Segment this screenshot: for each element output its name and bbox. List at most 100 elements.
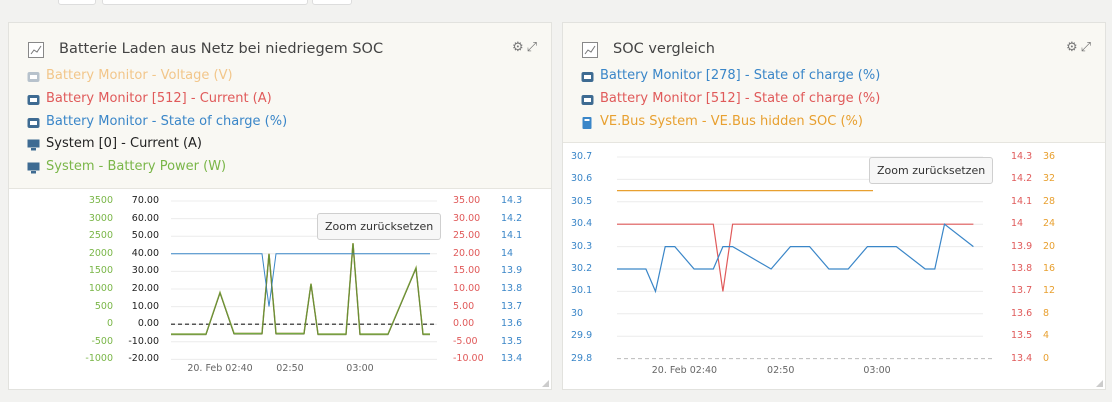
y-tick-right: 36 [1043, 151, 1056, 162]
y-tick-voltage: 13.5 [501, 335, 523, 347]
chart-plot[interactable]: Zoom zurücksetzen 3500 3000 2500 2000 1500 10… [9, 189, 551, 389]
series-soc-278-line [617, 223, 974, 294]
expand-icon[interactable]: ⤢ [1081, 40, 1091, 55]
y-tick-current-2: 35.00 [453, 195, 481, 206]
toolbar-button[interactable] [58, 0, 96, 5]
y-tick-right: 16 [1043, 263, 1056, 274]
y-tick-soc: 30.2 [571, 263, 593, 274]
y-tick-current-2: 15.00 [453, 265, 481, 277]
zoom-reset-button[interactable]: Zoom zurücksetzen [869, 157, 994, 184]
y-tick-power: 1500 [88, 265, 113, 277]
battery-monitor-icon [581, 72, 594, 82]
chart-plot[interactable]: Zoom zurücksetzen 30.7 30.6 30.5 30.4 30.3 30… [563, 143, 1105, 389]
y-tick-current: 60.00 [131, 212, 159, 224]
y-tick-soc: 29.9 [571, 330, 593, 342]
y-tick-current-2: 0.00 [453, 318, 475, 330]
y-tick-voltage: 14 [501, 247, 514, 259]
widget-header: SOC vergleich ⚙ ⤢ Battery Monitor [278] -… [563, 23, 1105, 143]
y-tick-voltage: 14.3 [501, 195, 523, 206]
toolbar-field[interactable] [102, 0, 308, 5]
y-tick-voltage: 13.4 [501, 353, 523, 365]
y-tick-current: 10.00 [131, 300, 159, 312]
y-tick-mid: 14.3 [1011, 151, 1033, 162]
zoom-reset-button[interactable]: Zoom zurücksetzen [317, 213, 442, 240]
x-tick-label: 03:00 [346, 363, 374, 375]
y-tick-current-2: 10.00 [453, 283, 481, 294]
widget-battery-charging: Batterie Laden aus Netz bei niedriegem S… [8, 22, 552, 390]
y-tick-current-2: 20.00 [453, 247, 481, 259]
widget-header: Batterie Laden aus Netz bei niedriegem S… [9, 23, 551, 189]
gear-icon[interactable]: ⚙ [1066, 40, 1078, 55]
widget-tools: ⚙ ⤢ [509, 40, 537, 55]
y-tick-mid: 13.5 [1011, 330, 1033, 342]
y-tick-current: -10.00 [128, 335, 159, 347]
resize-handle[interactable] [1096, 380, 1103, 387]
y-tick-current: 70.00 [131, 195, 159, 206]
series-soc-512-line [617, 223, 974, 292]
y-tick-soc: 30.3 [571, 240, 593, 252]
y-tick-voltage: 13.7 [501, 300, 523, 312]
y-tick-right: 0 [1043, 352, 1050, 364]
x-tick-label: 20. Feb 02:40 [187, 363, 253, 375]
y-tick-voltage: 14.2 [501, 212, 523, 224]
y-tick-current: 0.00 [137, 318, 159, 330]
y-tick-current-2: 30.00 [453, 212, 481, 224]
y-tick-power: 3500 [88, 195, 113, 206]
y-tick-voltage: 13.8 [501, 283, 523, 294]
y-tick-current-2: -5.00 [453, 335, 478, 347]
widget-title: Batterie Laden aus Netz bei niedriegem S… [59, 41, 384, 57]
y-tick-power: 2500 [88, 230, 113, 242]
y-tick-current: 40.00 [131, 247, 159, 259]
y-tick-power: -1000 [85, 353, 113, 365]
y-tick-mid: 13.8 [1011, 263, 1033, 274]
y-tick-current: 30.00 [131, 265, 159, 277]
gear-icon[interactable]: ⚙ [512, 40, 524, 55]
expand-icon[interactable]: ⤢ [527, 40, 537, 55]
y-tick-mid: 13.9 [1011, 240, 1033, 252]
y-tick-power: 1000 [88, 283, 113, 294]
y-tick-right: 24 [1043, 218, 1056, 230]
y-tick-right: 32 [1043, 173, 1056, 185]
y-tick-mid: 14.1 [1011, 195, 1033, 207]
y-tick-soc: 30.5 [571, 195, 593, 207]
y-tick-current: 50.00 [131, 230, 159, 242]
y-tick-current: 20.00 [131, 283, 159, 294]
y-tick-soc: 30.1 [571, 285, 593, 297]
y-tick-voltage: 13.9 [501, 265, 523, 277]
y-tick-current-2: 5.00 [453, 300, 475, 312]
y-tick-soc: 30.6 [571, 173, 593, 185]
y-tick-power: 3000 [88, 212, 113, 224]
widget-title: SOC vergleich [613, 41, 715, 57]
x-tick-label: 02:50 [767, 364, 795, 376]
battery-monitor-icon [27, 72, 40, 82]
y-tick-right: 20 [1043, 240, 1056, 252]
chart-icon [28, 42, 44, 58]
y-tick-voltage: 13.6 [501, 318, 523, 330]
y-tick-current: -20.00 [128, 353, 159, 365]
y-tick-mid: 13.6 [1011, 307, 1033, 319]
series-soc-line [171, 253, 430, 307]
y-tick-power: 2000 [88, 247, 113, 259]
y-tick-soc: 30.4 [571, 218, 593, 230]
y-tick-soc: 30 [571, 307, 584, 319]
toolbar-button[interactable] [312, 0, 352, 5]
x-tick-label: 03:00 [863, 364, 891, 376]
system-icon [27, 139, 40, 151]
battery-monitor-icon [27, 118, 40, 128]
y-tick-mid: 13.4 [1011, 352, 1033, 364]
battery-monitor-icon [581, 95, 594, 105]
top-toolbar-fragment [0, 0, 1112, 6]
y-tick-soc: 29.8 [571, 352, 593, 364]
y-tick-mid: 14 [1011, 218, 1024, 230]
y-tick-right: 4 [1043, 330, 1050, 342]
x-tick-label: 02:50 [276, 363, 304, 375]
system-icon [27, 162, 40, 174]
y-tick-right: 12 [1043, 285, 1056, 297]
x-tick-label: 20. Feb 02:40 [651, 364, 718, 376]
y-tick-right: 8 [1043, 307, 1050, 319]
y-tick-voltage: 14.1 [501, 230, 523, 242]
y-tick-mid: 13.7 [1011, 285, 1033, 297]
y-tick-power: -500 [91, 335, 113, 347]
resize-handle[interactable] [542, 380, 549, 387]
battery-monitor-icon [27, 95, 40, 105]
